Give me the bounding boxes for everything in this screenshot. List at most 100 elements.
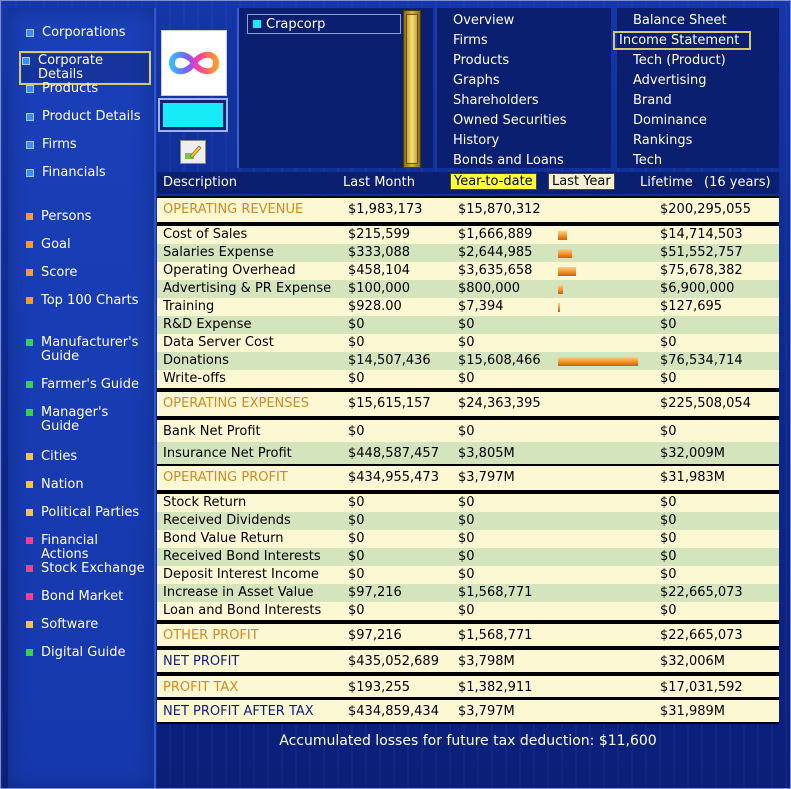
menu-item[interactable]: Tech (Product)	[633, 53, 726, 68]
edit-pencil-icon[interactable]	[180, 140, 206, 164]
menu-item[interactable]: Rankings	[633, 133, 692, 148]
sidebar-item-label: Digital Guide	[41, 645, 126, 660]
expense-bar	[558, 231, 567, 240]
cell-life: $14,714,503	[660, 227, 743, 242]
menu-item[interactable]: Owned Securities	[453, 113, 567, 128]
sidebar-bullet-icon	[26, 339, 33, 346]
color-fill	[163, 103, 223, 127]
menu-item[interactable]: Firms	[453, 33, 488, 48]
tab-last-year[interactable]: Last Year	[548, 173, 615, 190]
expense-bar	[558, 303, 560, 312]
scrollbar-thumb[interactable]	[406, 14, 418, 164]
sidebar-bullet-icon	[26, 409, 33, 416]
sidebar-item[interactable]: Political Parties	[26, 506, 146, 520]
table-section: OPERATING PROFIT $434,955,473 $3,797M $31,9…	[157, 464, 779, 492]
menu-item[interactable]: Overview	[453, 13, 514, 28]
sidebar-item[interactable]: Stock Exchange	[26, 562, 146, 576]
menu-item[interactable]: Graphs	[453, 73, 500, 88]
menu-item[interactable]: Bonds and Loans	[453, 153, 564, 168]
table-section: Stock Return $0 $0 $0 Received Dividends $0 $0…	[157, 492, 779, 622]
sidebar-item[interactable]: Software	[26, 618, 146, 632]
menu-item[interactable]: History	[453, 133, 499, 148]
menu-item[interactable]: Income Statement	[613, 31, 751, 50]
sidebar-item[interactable]: Score	[26, 266, 146, 280]
col-lifetime-years: (16 years)	[704, 175, 771, 190]
cell-lm: $333,088	[348, 245, 411, 260]
cell-lm: $15,615,157	[348, 396, 431, 411]
menu-item[interactable]: Shareholders	[453, 93, 539, 108]
sidebar-item-label: Political Parties	[41, 505, 140, 520]
cell-desc: Cost of Sales	[163, 227, 248, 242]
infinity-logo-icon	[168, 51, 220, 75]
cell-ytd: $3,797M	[458, 704, 515, 719]
firm-list-scrollbar[interactable]	[403, 10, 421, 168]
cell-lm: $0	[348, 531, 365, 546]
cell-ytd: $0	[458, 531, 475, 546]
expense-bar	[558, 267, 576, 276]
cell-desc: PROFIT TAX	[163, 680, 239, 695]
sidebar-item[interactable]: Firms	[26, 138, 146, 152]
cell-desc: Operating Overhead	[163, 263, 296, 278]
menu-item[interactable]: Advertising	[633, 73, 707, 88]
firm-name: Crapcorp	[266, 16, 326, 32]
cell-ytd: $0	[458, 513, 475, 528]
menu-item[interactable]: Brand	[633, 93, 672, 108]
cell-ytd: $3,805M	[458, 446, 515, 461]
sidebar-item[interactable]: Corporate Details	[19, 51, 151, 85]
menu-item[interactable]: Dominance	[633, 113, 707, 128]
sidebar-bullet-icon	[26, 141, 34, 149]
sidebar-item[interactable]: Cities	[26, 450, 146, 464]
sidebar-item[interactable]: Farmer's Guide	[26, 378, 146, 392]
cell-ytd: $7,394	[458, 299, 504, 314]
table-section: NET PROFIT $435,052,689 $3,798M $32,006M	[157, 648, 779, 674]
tab-year-to-date[interactable]: Year-to-date	[450, 173, 537, 190]
sidebar-bullet-icon	[26, 453, 33, 460]
cell-life: $17,031,592	[660, 680, 743, 695]
sidebar-item[interactable]: Nation	[26, 478, 146, 492]
sidebar-item[interactable]: Goal	[26, 238, 146, 252]
sidebar-item[interactable]: Financials	[26, 166, 146, 180]
firm-list-item[interactable]: Crapcorp	[247, 14, 401, 34]
cell-ytd: $0	[458, 567, 475, 582]
cell-life: $0	[660, 317, 677, 332]
cell-lm: $0	[348, 603, 365, 618]
cell-lm: $97,216	[348, 585, 402, 600]
cell-lm: $0	[348, 513, 365, 528]
sidebar-item[interactable]: Manufacturer's Guide	[26, 336, 146, 364]
company-color-swatch[interactable]	[158, 98, 228, 132]
menu-item[interactable]: Products	[453, 53, 509, 68]
company-logo[interactable]	[161, 30, 227, 96]
cell-desc: Received Bond Interests	[163, 549, 321, 564]
cell-ytd: $3,635,658	[458, 263, 533, 278]
cell-desc: OPERATING PROFIT	[163, 470, 288, 485]
table-row: NET PROFIT $435,052,689 $3,798M $32,006M	[157, 653, 779, 671]
sidebar-item[interactable]: Top 100 Charts	[26, 294, 146, 308]
sidebar-bullet-icon	[26, 169, 34, 177]
cell-ytd: $0	[458, 335, 475, 350]
sidebar-item-label: Firms	[42, 137, 77, 152]
cell-life: $0	[660, 495, 677, 510]
sidebar-item[interactable]: Digital Guide	[26, 646, 146, 660]
cell-lm: $100,000	[348, 281, 411, 296]
cell-life: $31,989M	[660, 704, 725, 719]
sidebar-item[interactable]: Product Details	[26, 110, 146, 124]
cell-desc: Training	[163, 299, 215, 314]
table-row: OTHER PROFIT $97,216 $1,568,771 $22,665,073	[157, 627, 779, 645]
cell-life: $22,665,073	[660, 628, 743, 643]
sidebar-item[interactable]: Manager's Guide	[26, 406, 146, 434]
sidebar-item[interactable]: Financial Actions	[26, 534, 146, 562]
sidebar-item[interactable]: Corporations	[26, 26, 146, 40]
table-section: Cost of Sales $215,599 $1,666,889 $14,714,5…	[157, 224, 779, 390]
table-section: NET PROFIT AFTER TAX $434,859,434 $3,797M $…	[157, 698, 779, 724]
cell-lm: $0	[348, 495, 365, 510]
sidebar-item[interactable]: Persons	[26, 210, 146, 224]
menu-item[interactable]: Tech	[633, 153, 662, 168]
cell-life: $0	[660, 424, 677, 439]
menu-item[interactable]: Balance Sheet	[633, 13, 727, 28]
sidebar-item[interactable]: Products	[26, 82, 146, 96]
sidebar-item[interactable]: Bond Market	[26, 590, 146, 604]
cell-lm: $448,587,457	[348, 446, 439, 461]
cell-life: $31,983M	[660, 470, 725, 485]
col-lifetime: Lifetime	[640, 175, 693, 190]
expense-bar	[558, 285, 563, 294]
